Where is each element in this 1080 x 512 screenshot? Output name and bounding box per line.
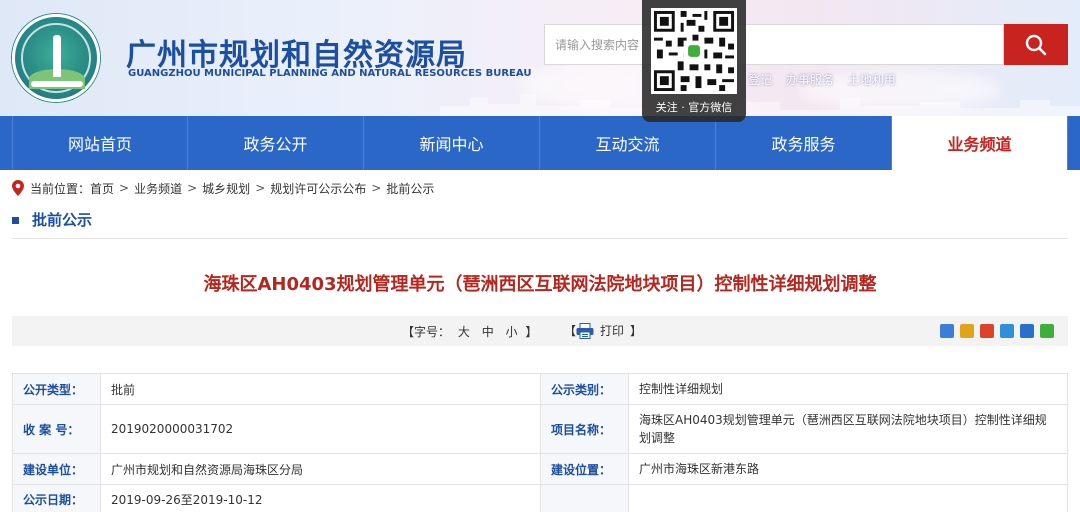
table-row: 公示日期： 2019-09-26至2019-10-12 <box>12 484 1068 512</box>
share-plus-icon[interactable] <box>940 324 954 338</box>
bureau-logo[interactable] <box>12 14 100 102</box>
breadcrumb-business-channel[interactable]: 业务频道 <box>134 180 182 197</box>
print-button[interactable]: 打印 <box>600 322 624 339</box>
label-project-name: 项目名称： <box>540 404 629 454</box>
nav-item-interaction[interactable]: 互动交流 <box>540 116 716 170</box>
value-notice-date: 2019-09-26至2019-10-12 <box>100 484 541 512</box>
nav-item-gov-services[interactable]: 政务服务 <box>716 116 892 170</box>
article-tools-bar: 【字号： 大 中 小 】 【 打印 】 <box>12 316 1068 346</box>
label-construction-unit: 建设单位： <box>12 453 101 485</box>
font-size-small[interactable]: 小 <box>506 325 518 339</box>
table-row: 建设单位： 广州市规划和自然资源局海珠区分局 建设位置： 广州市海珠区新港东路 <box>12 453 1068 485</box>
section-header: 批前公示 <box>12 208 1068 239</box>
label-case-number: 收 案 号： <box>12 404 101 454</box>
breadcrumb: 当前位置： 首页 > 业务频道 > 城乡规划 > 规划许可公示公布 > 批前公示 <box>12 178 434 198</box>
quick-link-land-use[interactable]: 土地利用 <box>848 73 896 87</box>
label-empty <box>540 484 629 512</box>
quick-link-services[interactable]: 办事服务 <box>786 73 834 87</box>
search-input[interactable] <box>555 35 995 55</box>
search-button[interactable] <box>1004 24 1068 65</box>
font-size-label: 【字号： <box>402 325 451 339</box>
font-size-medium[interactable]: 中 <box>482 325 494 339</box>
printer-icon[interactable] <box>576 322 594 339</box>
location-pin-icon <box>12 180 24 196</box>
breadcrumb-home[interactable]: 首页 <box>90 180 114 197</box>
nav-item-news[interactable]: 新闻中心 <box>364 116 540 170</box>
breadcrumb-separator: > <box>119 181 130 195</box>
quick-link-register[interactable]: 登记 <box>748 73 772 87</box>
label-notice-category: 公示类别： <box>540 373 629 405</box>
breadcrumb-separator: > <box>371 181 382 195</box>
search-icon <box>1025 34 1047 55</box>
print-bracket-close: 】 <box>630 324 643 338</box>
value-project-name: 海珠区AH0403规划管理单元（琶洲西区互联网法院地块项目）控制性详细规划调整 <box>628 404 1068 454</box>
qr-code-icon <box>651 8 737 94</box>
breadcrumb-separator: > <box>255 181 266 195</box>
table-row: 收 案 号： 2019020000031702 项目名称： 海珠区AH0403规… <box>12 404 1068 454</box>
section-bullet-icon <box>12 217 19 224</box>
share-qzone-icon[interactable] <box>1000 324 1014 338</box>
search-box <box>544 24 1004 65</box>
breadcrumb-planning-permit[interactable]: 规划许可公示公布 <box>270 180 366 197</box>
share-weibo-icon[interactable] <box>980 324 994 338</box>
breadcrumb-urban-rural-planning[interactable]: 城乡规划 <box>202 180 250 197</box>
font-size-bracket-close: 】 <box>525 325 538 339</box>
label-notice-date: 公示日期： <box>12 484 101 512</box>
share-renren-icon[interactable] <box>1020 324 1034 338</box>
share-icons <box>940 324 1060 338</box>
main-nav: 网站首页 政务公开 新闻中心 互动交流 政务服务 业务频道 <box>0 116 1080 170</box>
nav-item-gov-affairs[interactable]: 政务公开 <box>188 116 364 170</box>
site-subtitle: GUANGZHOU MUNICIPAL PLANNING AND NATURAL… <box>128 68 532 79</box>
breadcrumb-pre-approval[interactable]: 批前公示 <box>386 180 434 197</box>
nav-item-home[interactable]: 网站首页 <box>12 116 188 170</box>
label-construction-location: 建设位置： <box>540 453 629 485</box>
print-bracket-open: 【 <box>564 324 577 338</box>
value-construction-location: 广州市海珠区新港东路 <box>628 453 1068 485</box>
value-notice-category: 控制性详细规划 <box>628 373 1068 405</box>
breadcrumb-prefix: 当前位置： <box>30 181 91 196</box>
qr-caption: 关注 · 官方微信 <box>655 101 733 114</box>
table-row: 公开类型： 批前 公示类别： 控制性详细规划 <box>12 373 1068 405</box>
font-size-control: 【字号： 大 中 小 】 <box>402 323 537 340</box>
info-table: 公开类型： 批前 公示类别： 控制性详细规划 收 案 号： 2019020000… <box>12 373 1068 512</box>
share-wechat-icon[interactable] <box>1040 324 1054 338</box>
value-case-number: 2019020000031702 <box>100 404 541 454</box>
print-control[interactable]: 【 打印 】 <box>564 322 642 339</box>
share-star-icon[interactable] <box>960 324 974 338</box>
article-title: 海珠区AH0403规划管理单元（琶洲西区互联网法院地块项目）控制性详细规划调整 <box>203 274 877 295</box>
wechat-qr-popup: 关注 · 官方微信 <box>642 0 746 122</box>
quick-links: 登记 办事服务 土地利用 <box>748 71 906 88</box>
label-disclosure-type: 公开类型： <box>12 373 101 405</box>
breadcrumb-separator: > <box>187 181 198 195</box>
value-empty <box>628 484 1068 512</box>
section-title: 批前公示 <box>32 211 93 229</box>
site-header: 广州市规划和自然资源局 GUANGZHOU MUNICIPAL PLANNING… <box>0 0 1080 116</box>
font-size-large[interactable]: 大 <box>458 325 470 339</box>
value-disclosure-type: 批前 <box>100 373 541 405</box>
value-construction-unit: 广州市规划和自然资源局海珠区分局 <box>100 453 541 485</box>
nav-item-business-channel[interactable]: 业务频道 <box>892 116 1068 170</box>
